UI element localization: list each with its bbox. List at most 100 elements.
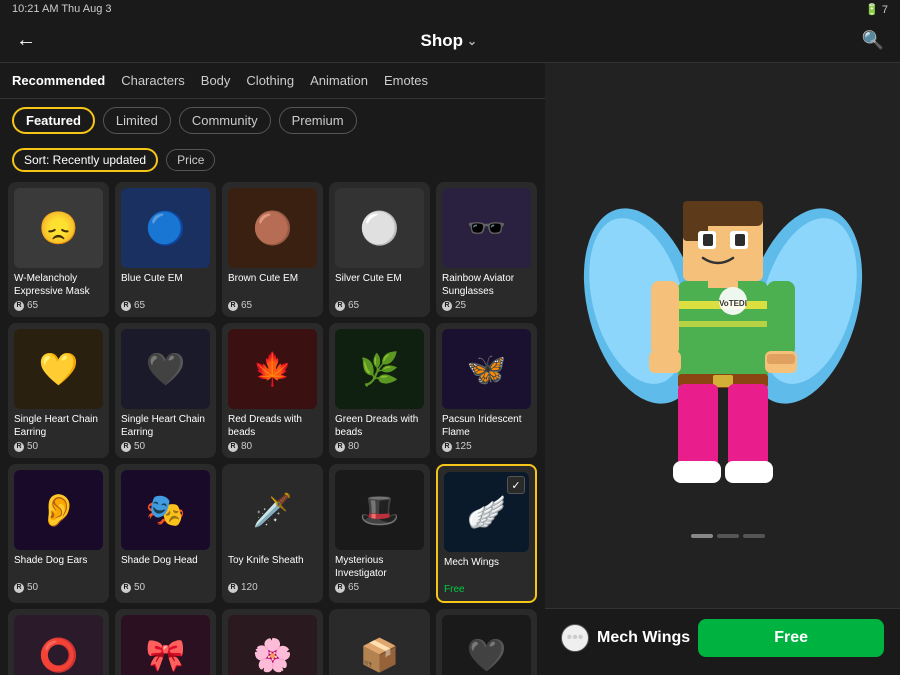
item-card[interactable]: 👂 Shade Dog Ears R50 [8,464,109,603]
item-price: R80 [228,441,317,452]
item-image: 🗡️ [228,470,317,550]
sub-tab-community[interactable]: Community [179,107,271,134]
category-item-body[interactable]: Body [201,71,231,90]
robux-icon: R [335,583,345,593]
item-emoji: 🕶️ [467,209,507,247]
character-display: VoTEDI [545,63,900,608]
item-card[interactable]: 🖤 [436,609,537,675]
item-emoji: 📦 [360,636,400,674]
item-image: 👂 [14,470,103,550]
shop-title: Shop ⌄ [421,31,478,51]
item-emoji: 🍁 [253,350,293,388]
item-card[interactable]: 💛 Single Heart Chain Earring R50 [8,323,109,458]
bottom-info: ••• Mech Wings Free [545,608,900,675]
item-emoji: ⭕ [39,636,79,674]
item-price: R65 [335,582,424,593]
sort-bar: Sort: Recently updated Price [0,142,545,178]
item-card[interactable]: 🎀 [115,609,216,675]
get-item-button[interactable]: Free [698,619,884,657]
sub-tabs: Featured Limited Community Premium [0,99,545,142]
item-image: ⭕ [14,615,103,675]
robux-icon: R [14,583,24,593]
item-emoji: ⚪ [360,209,400,247]
item-price: R50 [14,441,103,452]
item-image: 🕶️ [442,188,531,268]
item-card[interactable]: 🌿 Green Dreads with beads R80 [329,323,430,458]
item-price: R80 [335,441,424,452]
item-emoji: 🪽 [467,493,507,531]
item-image: 🌿 [335,329,424,409]
item-price: R65 [121,300,210,311]
category-item-animation[interactable]: Animation [310,71,368,90]
item-card[interactable]: 🔵 Blue Cute EM R65 [115,182,216,317]
item-card[interactable]: 🗡️ Toy Knife Sheath R120 [222,464,323,603]
category-item-emotes[interactable]: Emotes [384,71,428,90]
item-card[interactable]: 🕶️ Rainbow Aviator Sunglasses R25 [436,182,537,317]
robux-icon: R [121,583,131,593]
item-emoji: 🖤 [467,636,507,674]
sub-tab-limited[interactable]: Limited [103,107,171,134]
item-card[interactable]: 🍁 Red Dreads with beads R80 [222,323,323,458]
item-image: 🎩 [335,470,424,550]
status-battery: 🔋 7 [865,3,888,16]
item-card[interactable]: ⚪ Silver Cute EM R65 [329,182,430,317]
category-item-characters[interactable]: Characters [121,71,185,90]
item-emoji: 🟤 [253,209,293,247]
price-button[interactable]: Price [166,149,215,171]
robux-icon: R [228,442,238,452]
item-image: 🌸 [228,615,317,675]
item-name: Brown Cute EM [228,272,317,298]
item-image: 💛 [14,329,103,409]
item-card[interactable]: ⭕ [8,609,109,675]
items-grid: 😞 W-Melancholy Expressive Mask R65 🔵 Blu… [8,182,537,675]
item-name: Shade Dog Ears [14,554,103,580]
item-card[interactable]: 🪽 ✓ Mech Wings Free [436,464,537,603]
item-image: 📦 [335,615,424,675]
item-card[interactable]: 🌸 [222,609,323,675]
items-grid-container[interactable]: 😞 W-Melancholy Expressive Mask R65 🔵 Blu… [0,178,545,675]
item-card[interactable]: 📦 [329,609,430,675]
item-card[interactable]: 🟤 Brown Cute EM R65 [222,182,323,317]
item-image: 🦋 [442,329,531,409]
item-name: W-Melancholy Expressive Mask [14,272,103,298]
left-panel: Recommended Characters Body Clothing Animati… [0,63,545,675]
category-item-recommended[interactable]: Recommended [12,71,105,90]
item-image: ⚪ [335,188,424,268]
item-emoji: 🌸 [253,636,293,674]
item-name: Red Dreads with beads [228,413,317,439]
item-price: R65 [14,300,103,311]
back-button[interactable]: ← [16,29,36,52]
top-bar: ← Shop ⌄ 🔍 [0,19,900,63]
item-price: R120 [228,582,317,593]
item-name: Single Heart Chain Earring [121,413,210,439]
robux-icon: R [442,442,452,452]
item-price: R65 [335,300,424,311]
item-emoji: 🌿 [360,350,400,388]
item-image: 🪽 ✓ [444,472,529,552]
item-price: R50 [14,582,103,593]
item-emoji: 🗡️ [253,491,293,529]
robux-icon: R [335,442,345,452]
item-image: 🟤 [228,188,317,268]
robux-icon: R [121,301,131,311]
item-card[interactable]: 🎭 Shade Dog Head R50 [115,464,216,603]
item-name: Toy Knife Sheath [228,554,317,580]
item-card[interactable]: 😞 W-Melancholy Expressive Mask R65 [8,182,109,317]
item-price: Free [444,584,529,595]
more-options-button[interactable]: ••• [561,624,589,652]
sub-tab-featured[interactable]: Featured [12,107,95,134]
sub-tab-premium[interactable]: Premium [279,107,357,134]
selected-item-title: Mech Wings [597,629,690,647]
item-name: Shade Dog Head [121,554,210,580]
item-image: 🖤 [121,329,210,409]
item-emoji: 🦋 [467,350,507,388]
item-card[interactable]: 🎩 Mysterious Investigator R65 [329,464,430,603]
item-name: Pacsun Iridescent Flame [442,413,531,439]
sort-button[interactable]: Sort: Recently updated [12,148,158,172]
item-card[interactable]: 🦋 Pacsun Iridescent Flame R125 [436,323,537,458]
search-icon[interactable]: 🔍 [862,30,884,51]
chevron-down-icon[interactable]: ⌄ [467,34,477,48]
item-card[interactable]: 🖤 Single Heart Chain Earring R50 [115,323,216,458]
category-item-clothing[interactable]: Clothing [246,71,294,90]
item-name: Single Heart Chain Earring [14,413,103,439]
